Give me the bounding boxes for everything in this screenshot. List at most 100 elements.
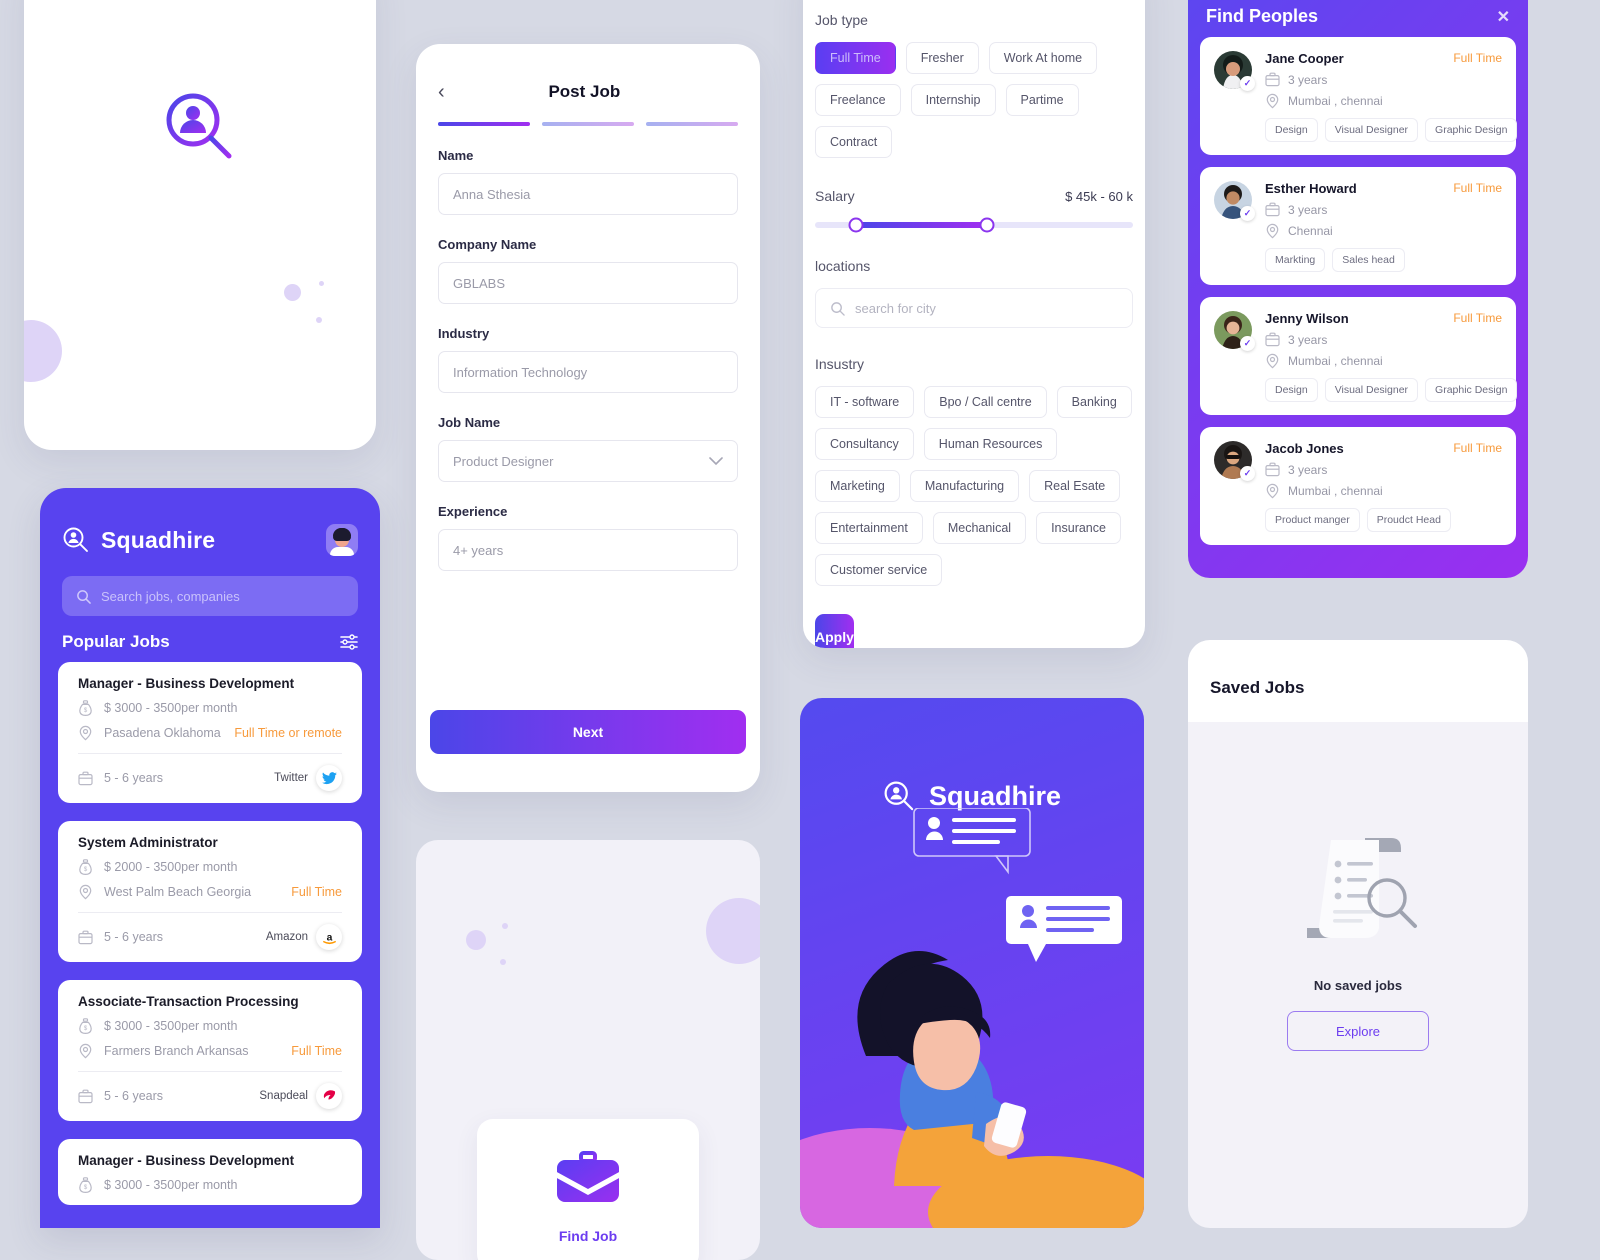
search-input[interactable]: Search jobs, companies — [62, 576, 358, 616]
industry-chip[interactable]: Bpo / Call centre — [924, 386, 1047, 418]
person-card[interactable]: ✓ Esther Howard Full Time 3 years Chennai Mar… — [1200, 167, 1516, 285]
job-type-chip[interactable]: Internship — [910, 84, 996, 116]
divider — [78, 912, 342, 913]
person-location: Mumbai , chennai — [1288, 354, 1383, 368]
job-company: Amazon a — [266, 924, 342, 950]
pin-icon — [1265, 93, 1280, 109]
industry-chip[interactable]: Marketing — [815, 470, 900, 502]
person-card[interactable]: ✓ Jenny Wilson Full Time 3 years Mumbai , ch… — [1200, 297, 1518, 415]
industry-chip[interactable]: Human Resources — [923, 428, 1058, 460]
apply-button[interactable]: Apply — [815, 614, 854, 648]
person-tag[interactable]: Proudct Head — [1366, 508, 1451, 532]
job-title: Associate-Transaction Processing — [78, 994, 299, 1009]
twitter-icon — [316, 765, 342, 791]
find-job-card[interactable]: Find Job — [477, 1119, 699, 1260]
job-type-chip[interactable]: Freelance — [815, 84, 901, 116]
page-title: Post Job — [548, 82, 621, 101]
industry-chip[interactable]: Consultancy — [815, 428, 914, 460]
person-job-type: Full Time — [1453, 51, 1502, 65]
person-card[interactable]: ✓ Jacob Jones Full Time 3 years Mumbai , che… — [1200, 427, 1516, 545]
person-tag[interactable]: Product manger — [1265, 508, 1360, 532]
job-type-badge: Full Time — [291, 1044, 342, 1058]
field-label: Industry — [438, 326, 490, 341]
industry-chip[interactable]: Insurance — [1036, 512, 1121, 544]
person-tag[interactable]: Design — [1265, 118, 1318, 142]
person-location-row: Mumbai , chennai — [1265, 93, 1502, 109]
industry-chip[interactable]: Manufacturing — [909, 470, 1020, 502]
divider — [78, 1071, 342, 1072]
person-experience-row: 3 years — [1265, 462, 1502, 477]
city-search-input[interactable]: search for city — [815, 288, 1133, 328]
industry-label: Insustry — [815, 356, 865, 372]
person-name: Jacob Jones — [1265, 441, 1344, 456]
person-tag[interactable]: Visual Designer — [1324, 118, 1419, 142]
avatar: ✓ — [1214, 441, 1255, 481]
avatar[interactable] — [326, 524, 358, 556]
locations-label: locations — [815, 258, 871, 274]
job-type-chip[interactable]: Full Time — [815, 42, 896, 74]
person-tag[interactable]: Visual Designer — [1324, 378, 1419, 402]
person-tag[interactable]: Graphic Design — [1425, 378, 1518, 402]
text-field[interactable]: Information Technology — [438, 351, 738, 393]
job-card[interactable]: Manager - Business Development $ $ 3000 - … — [58, 1139, 362, 1205]
job-salary: $ 2000 - 3500per month — [104, 860, 238, 874]
saved-jobs-header: Saved Jobs — [1188, 640, 1528, 722]
sliders-icon[interactable] — [340, 634, 358, 650]
svg-text:$: $ — [84, 1185, 88, 1191]
field-label: Name — [438, 148, 474, 163]
industry-chip[interactable]: Banking — [1056, 386, 1132, 418]
decor-dot-2 — [316, 317, 322, 323]
job-type-chip[interactable]: Partime — [1005, 84, 1079, 116]
salary-min-handle[interactable] — [848, 217, 864, 233]
person-tag[interactable]: Markting — [1265, 248, 1326, 272]
money-bag-icon: $ — [78, 1018, 93, 1034]
field-value: Information Technology — [453, 364, 588, 380]
person-tag[interactable]: Graphic Design — [1425, 118, 1518, 142]
salary-max-handle[interactable] — [979, 217, 995, 233]
chevron-left-icon[interactable]: ‹ — [438, 82, 445, 102]
industry-chip[interactable]: Mechanical — [932, 512, 1027, 544]
saved-jobs-title: Saved Jobs — [1210, 678, 1305, 697]
job-card[interactable]: Manager - Business Development $ $ 3000 - … — [58, 662, 362, 803]
job-card[interactable]: Associate-Transaction Processing $ $ 3000 … — [58, 980, 362, 1121]
person-tag[interactable]: Design — [1265, 378, 1318, 402]
step-progress — [416, 102, 760, 126]
industry-chip[interactable]: Real Esate — [1029, 470, 1121, 502]
job-type-chip[interactable]: Contract — [815, 126, 893, 158]
svg-text:$: $ — [84, 1026, 88, 1032]
search-placeholder: Search jobs, companies — [101, 588, 240, 604]
job-company: Snapdeal — [259, 1083, 342, 1109]
industry-chip[interactable]: Customer service — [815, 554, 943, 586]
field-value: 4+ years — [453, 542, 504, 558]
next-button[interactable]: Next — [430, 710, 746, 754]
svg-text:$: $ — [84, 867, 88, 873]
person-tag[interactable]: Sales head — [1332, 248, 1405, 272]
person-job-type: Full Time — [1453, 311, 1502, 325]
text-field[interactable]: 4+ years — [438, 529, 738, 571]
industry-chip[interactable]: Entertainment — [815, 512, 923, 544]
job-type-chip[interactable]: Work At home — [988, 42, 1098, 74]
salary-range-slider[interactable] — [815, 217, 1133, 233]
job-type-chip[interactable]: Fresher — [905, 42, 979, 74]
decor-blob-medium — [284, 284, 301, 301]
job-type-badge: Full Time or remote — [234, 726, 342, 740]
person-location: Mumbai , chennai — [1288, 484, 1383, 498]
person-location: Mumbai , chennai — [1288, 94, 1383, 108]
person-card[interactable]: ✓ Jane Cooper Full Time 3 years Mumbai , che… — [1200, 37, 1518, 155]
divider — [78, 753, 342, 754]
job-card[interactable]: System Administrator $ $ 2000 - 3500per mo… — [58, 821, 362, 962]
close-icon[interactable]: ✕ — [1497, 7, 1510, 27]
explore-button[interactable]: Explore — [1287, 1011, 1429, 1051]
amazon-icon: a — [316, 924, 342, 950]
briefcase-icon — [78, 771, 93, 786]
empty-message: No saved jobs — [1313, 978, 1403, 993]
text-field[interactable]: GBLABS — [438, 262, 738, 304]
chevron-down-icon — [709, 456, 723, 466]
text-field[interactable]: Anna Sthesia — [438, 173, 738, 215]
popular-jobs-header: Popular Jobs — [40, 616, 380, 662]
money-bag-icon: $ — [78, 700, 93, 716]
industry-chip[interactable]: IT - software — [815, 386, 915, 418]
briefcase-icon — [1265, 332, 1280, 347]
select-field[interactable]: Product Designer — [438, 440, 738, 482]
brand: Squadhire — [62, 526, 215, 554]
